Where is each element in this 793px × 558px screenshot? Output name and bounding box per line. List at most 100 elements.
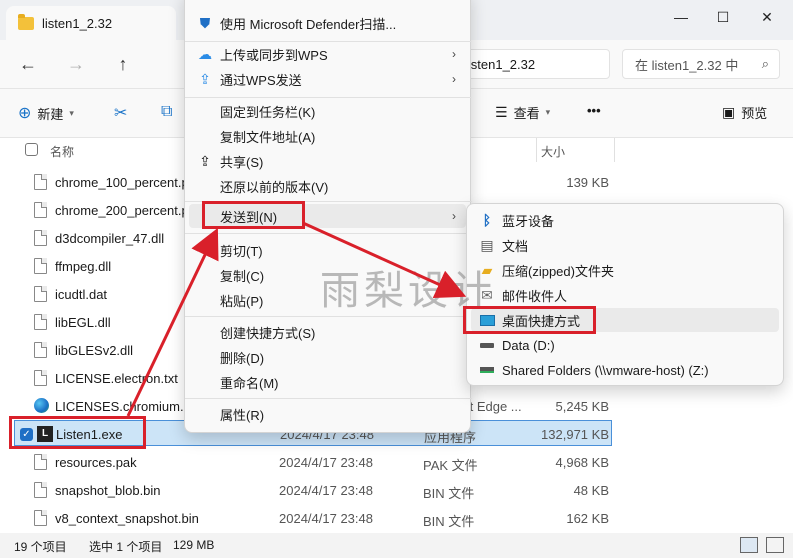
minimize-button[interactable]: — <box>666 6 696 28</box>
column-divider[interactable] <box>614 138 615 162</box>
view-button[interactable]: ☰ 查看 ▾ <box>495 103 550 122</box>
menu-label: 共享(S) <box>220 154 264 170</box>
sendto-mail[interactable]: ✉ 邮件收件人 <box>471 283 779 307</box>
menu-item-send-to[interactable]: 发送到(N) › <box>189 204 466 228</box>
tab-title: listen1_2.32 <box>42 15 113 31</box>
menu-label: 粘贴(P) <box>220 293 264 309</box>
file-icon <box>34 482 47 498</box>
file-icon <box>34 342 47 358</box>
menu-item-restore-versions[interactable]: 还原以前的版本(V) <box>189 174 466 198</box>
menu-label: Shared Folders (\\vmware-host) (Z:) <box>502 362 709 378</box>
context-menu: ⛊ 使用 Microsoft Defender扫描... ☁ 上传或同步到WPS… <box>184 0 472 433</box>
preview-button[interactable]: ▣ 预览 <box>722 103 767 122</box>
view-icon: ☰ <box>495 104 508 120</box>
preview-label: 预览 <box>741 106 768 121</box>
sendto-desktop-shortcut[interactable]: 桌面快捷方式 <box>471 308 779 332</box>
file-date: 2024/4/17 23:48 <box>279 455 373 470</box>
more-button[interactable]: ••• <box>587 103 601 118</box>
up-button[interactable]: ↑ <box>111 52 135 76</box>
select-all-checkbox[interactable] <box>25 143 38 156</box>
sendto-documents[interactable]: ▤ 文档 <box>471 233 779 257</box>
file-name: libEGL.dll <box>55 315 111 330</box>
menu-item-wps-upload[interactable]: ☁ 上传或同步到WPS › <box>189 42 466 66</box>
search-placeholder: 在 listen1_2.32 中 <box>635 57 739 73</box>
file-name: LICENSE.electron.txt <box>55 371 178 386</box>
menu-divider <box>185 97 472 98</box>
menu-label: 复制文件地址(A) <box>220 129 316 145</box>
file-name: resources.pak <box>55 455 137 470</box>
file-row[interactable]: resources.pak 2024/4/17 23:48 PAK 文件 4,9… <box>0 448 793 476</box>
column-divider[interactable] <box>536 138 537 162</box>
menu-item-share[interactable]: ⇪ 共享(S) <box>189 149 466 173</box>
maximize-button[interactable]: ☐ <box>708 6 738 28</box>
sendto-data-drive[interactable]: Data (D:) <box>471 333 779 357</box>
item-count: 19 个项目 <box>14 540 67 554</box>
column-name[interactable]: 名称 <box>50 143 74 160</box>
file-size: 5,245 KB <box>555 399 610 414</box>
file-size: 139 KB <box>566 175 609 190</box>
sendto-zip[interactable]: ▰ 压缩(zipped)文件夹 <box>471 258 779 282</box>
menu-label: 蓝牙设备 <box>502 213 555 229</box>
bluetooth-icon: ᛒ <box>482 212 492 228</box>
file-type: ft Edge ... <box>466 399 522 414</box>
chevron-down-icon: ▾ <box>545 107 551 117</box>
copy-icon: ⧉ <box>161 103 173 120</box>
menu-item-properties[interactable]: 属性(R) <box>189 402 466 426</box>
document-icon: ▤ <box>480 236 494 253</box>
address-path: listen1_2.32 <box>465 56 536 72</box>
sendto-shared-folders[interactable]: Shared Folders (\\vmware-host) (Z:) <box>471 358 779 382</box>
copy-button[interactable]: ⧉ <box>161 103 172 121</box>
forward-button[interactable]: → <box>64 52 88 76</box>
file-type: BIN 文件 <box>423 514 475 529</box>
column-size[interactable]: 大小 <box>541 143 565 160</box>
details-view-icon[interactable] <box>740 537 758 553</box>
cut-button[interactable]: ✂ <box>114 103 127 123</box>
file-row[interactable]: snapshot_blob.bin 2024/4/17 23:48 BIN 文件… <box>0 476 793 504</box>
file-name: LICENSES.chromium.ht <box>55 399 195 414</box>
tiles-view-icon[interactable] <box>766 537 784 553</box>
menu-label: 文档 <box>502 238 529 254</box>
file-icon <box>34 286 47 302</box>
address-bar[interactable]: listen1_2.32 <box>452 49 610 79</box>
menu-item-defender-scan[interactable]: ⛊ 使用 Microsoft Defender扫描... <box>189 11 466 35</box>
menu-item-wps-send[interactable]: ⇪ 通过WPS发送 › <box>189 67 466 91</box>
menu-label: 重命名(M) <box>220 375 279 391</box>
chevron-right-icon: › <box>452 47 456 61</box>
file-size: 48 KB <box>573 483 609 498</box>
menu-label: 通过WPS发送 <box>220 72 302 88</box>
menu-label: 创建快捷方式(S) <box>220 325 316 341</box>
close-button[interactable]: ✕ <box>752 6 782 28</box>
file-date: 2024/4/17 23:48 <box>279 511 373 526</box>
menu-label: 发送到(N) <box>220 209 278 225</box>
send-to-submenu: ᛒ 蓝牙设备 ▤ 文档 ▰ 压缩(zipped)文件夹 ✉ 邮件收件人 桌面快捷… <box>466 203 784 386</box>
file-name: chrome_100_percent.p <box>55 175 189 190</box>
checkmark-icon[interactable]: ✓ <box>20 428 33 441</box>
new-button[interactable]: ⊕ 新建 ▾ <box>18 103 74 123</box>
menu-item-rename[interactable]: 重命名(M) <box>189 370 466 394</box>
file-row[interactable]: v8_context_snapshot.bin 2024/4/17 23:48 … <box>0 504 793 532</box>
search-icon: ⌕ <box>761 56 769 71</box>
network-drive-icon <box>479 362 495 378</box>
menu-item-pin-taskbar[interactable]: 固定到任务栏(K) <box>189 99 466 123</box>
scissors-icon: ✂ <box>114 105 128 122</box>
menu-item-copy-path[interactable]: 复制文件地址(A) <box>189 124 466 148</box>
file-name: icudtl.dat <box>55 287 108 302</box>
sendto-bluetooth[interactable]: ᛒ 蓝牙设备 <box>471 208 779 232</box>
watermark-text: 雨梨设计 <box>320 268 496 314</box>
more-icon: ••• <box>587 103 601 118</box>
edge-browser-icon <box>34 398 49 413</box>
menu-label: 使用 Microsoft Defender扫描... <box>220 16 397 32</box>
file-type: BIN 文件 <box>423 486 475 501</box>
preview-pane-icon: ▣ <box>722 104 736 120</box>
menu-divider <box>185 398 472 399</box>
file-icon <box>34 510 47 526</box>
search-input[interactable]: 在 listen1_2.32 中 ⌕ <box>622 49 780 79</box>
menu-item-create-shortcut[interactable]: 创建快捷方式(S) <box>189 320 466 344</box>
menu-item-delete[interactable]: 删除(D) <box>189 345 466 369</box>
shield-icon: ⛊ <box>199 14 211 31</box>
back-button[interactable]: ← <box>16 52 40 76</box>
menu-label: 邮件收件人 <box>502 288 568 304</box>
tab-listen1[interactable]: listen1_2.32 <box>6 6 176 40</box>
selection-size: 129 MB <box>173 538 215 552</box>
chevron-down-icon: ▾ <box>69 107 74 118</box>
